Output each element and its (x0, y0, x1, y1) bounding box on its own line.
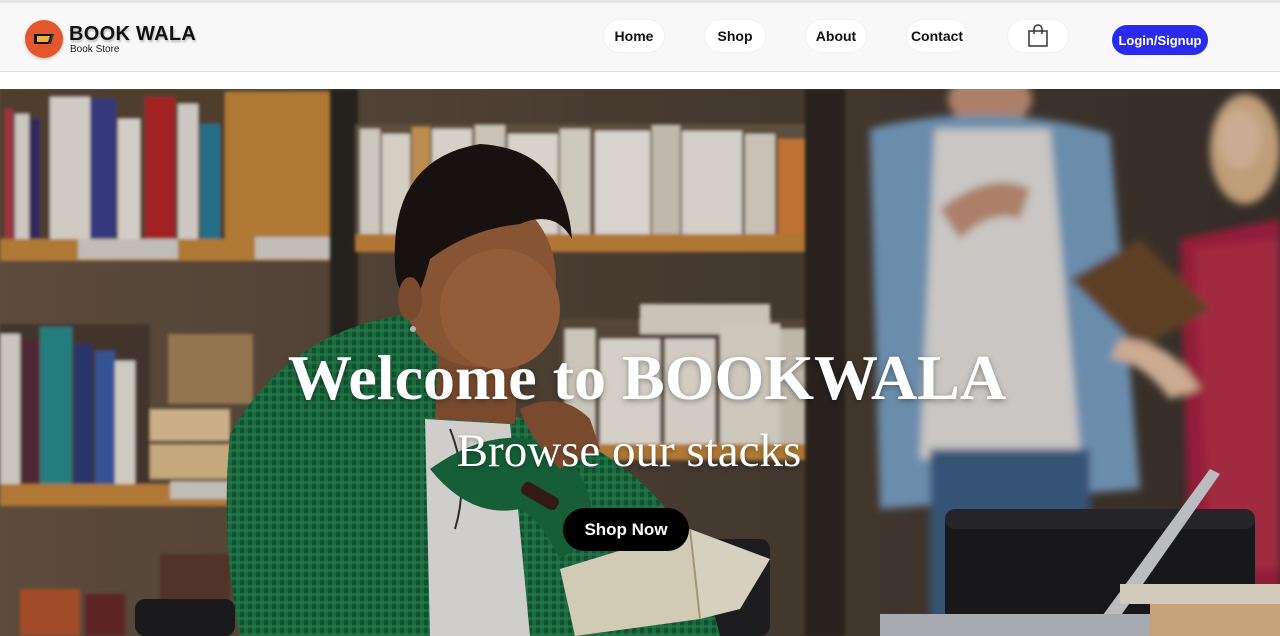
brand-subtitle: Book Store (70, 43, 120, 55)
shop-now-button[interactable]: Shop Now (563, 508, 689, 551)
nav-link-home[interactable]: Home (604, 20, 664, 52)
brand-logo[interactable]: BOOK WALA Book Store (25, 19, 196, 59)
book-icon (25, 20, 63, 58)
login-signup-button[interactable]: Login/Signup (1112, 25, 1208, 55)
nav-link-about[interactable]: About (806, 20, 866, 52)
nav-link-contact[interactable]: Contact (907, 20, 967, 52)
cart-button[interactable] (1008, 20, 1068, 52)
shopping-bag-icon (1028, 24, 1048, 47)
hero-section: Welcome to BOOKWALA Browse our stacks Sh… (0, 89, 1280, 636)
navbar: BOOK WALA Book Store Home Shop About Con… (0, 0, 1280, 72)
hero-subtitle: Browse our stacks (456, 425, 802, 477)
brand-title: BOOK WALA (69, 22, 197, 45)
nav-link-shop[interactable]: Shop (705, 20, 765, 52)
hero-title: Welcome to BOOKWALA (287, 342, 1007, 413)
